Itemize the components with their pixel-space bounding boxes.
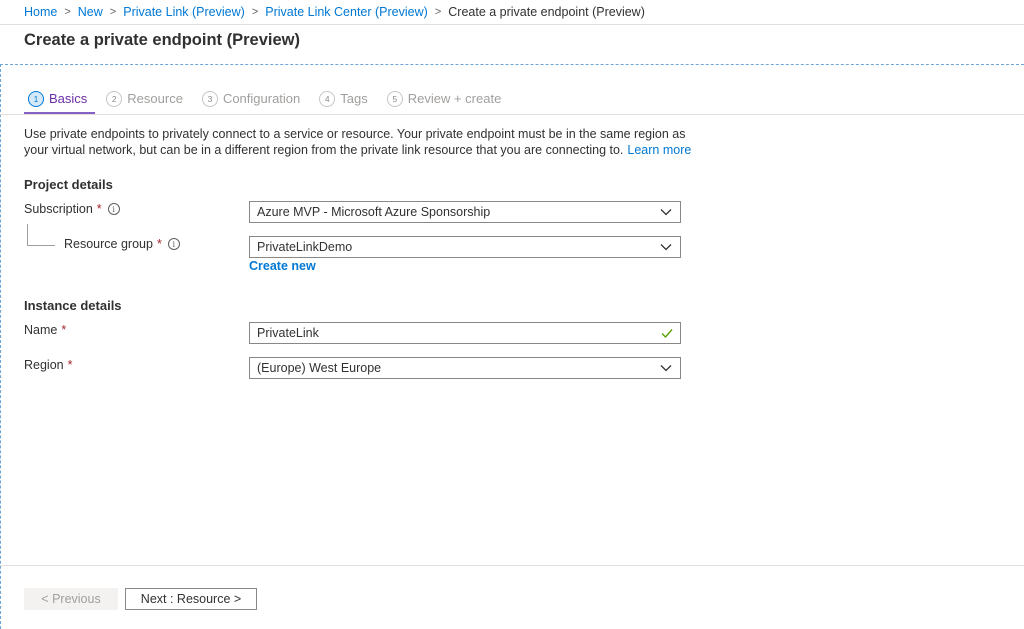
- breadcrumb-separator: >: [251, 6, 259, 18]
- next-resource-button[interactable]: Next : Resource >: [125, 588, 257, 610]
- chevron-down-icon: [660, 209, 672, 216]
- breadcrumb-private-link[interactable]: Private Link (Preview): [123, 5, 245, 19]
- region-value: (Europe) West Europe: [257, 361, 382, 375]
- name-input[interactable]: PrivateLink: [249, 322, 681, 344]
- resource-group-select[interactable]: PrivateLinkDemo: [249, 236, 681, 258]
- wizard-tabs: 1 Basics 2 Resource 3 Configuration 4 Ta…: [24, 88, 516, 114]
- tab-label: Configuration: [222, 91, 301, 106]
- breadcrumb-current: Create a private endpoint (Preview): [448, 5, 645, 19]
- step-number-badge: 2: [106, 91, 123, 107]
- subscription-select[interactable]: Azure MVP - Microsoft Azure Sponsorship: [249, 201, 681, 223]
- resource-group-label: Resource group * i: [64, 237, 180, 251]
- tab-basics[interactable]: 1 Basics: [24, 88, 96, 114]
- breadcrumb: Home > New > Private Link (Preview) > Pr…: [24, 4, 645, 20]
- instance-details-heading: Instance details: [24, 298, 122, 313]
- tab-label: Basics: [49, 91, 88, 106]
- focus-outline-top: [0, 64, 1024, 65]
- subscription-label: Subscription * i: [24, 202, 120, 216]
- tab-label: Resource: [127, 91, 183, 106]
- tab-label: Tags: [340, 91, 368, 106]
- step-number-badge: 4: [319, 91, 336, 107]
- create-new-resource-group-link[interactable]: Create new: [249, 259, 316, 273]
- description: Use private endpoints to privately conne…: [24, 126, 704, 158]
- step-number-badge: 3: [201, 91, 218, 107]
- focus-outline-left: [0, 64, 1, 629]
- name-label-text: Name: [24, 323, 58, 337]
- tree-connector-vertical: [27, 224, 28, 246]
- subscription-value: Azure MVP - Microsoft Azure Sponsorship: [257, 205, 491, 219]
- info-icon[interactable]: i: [107, 203, 120, 215]
- breadcrumb-new[interactable]: New: [78, 5, 103, 19]
- resource-group-label-text: Resource group: [64, 237, 153, 251]
- step-number-badge: 1: [28, 91, 44, 107]
- required-asterisk: *: [61, 323, 67, 337]
- name-value: PrivateLink: [257, 326, 319, 340]
- chevron-down-icon: [660, 244, 672, 251]
- breadcrumb-private-link-center[interactable]: Private Link Center (Preview): [265, 5, 428, 19]
- breadcrumb-home[interactable]: Home: [24, 5, 57, 19]
- tree-connector-horizontal: [27, 245, 55, 246]
- learn-more-link[interactable]: Learn more: [627, 143, 691, 157]
- tab-label: Review + create: [407, 91, 502, 106]
- tab-resource[interactable]: 2 Resource: [102, 88, 183, 114]
- breadcrumb-separator: >: [109, 6, 117, 18]
- required-asterisk: *: [96, 202, 102, 216]
- name-label: Name *: [24, 323, 66, 337]
- region-label: Region *: [24, 358, 73, 372]
- tab-divider: [0, 114, 1024, 115]
- breadcrumb-separator: >: [64, 6, 71, 18]
- subscription-label-text: Subscription: [24, 202, 93, 216]
- previous-button[interactable]: < Previous: [24, 588, 118, 610]
- page-title: Create a private endpoint (Preview): [24, 31, 300, 49]
- tab-tags[interactable]: 4 Tags: [315, 88, 368, 114]
- tab-configuration[interactable]: 3 Configuration: [198, 88, 300, 114]
- step-number-badge: 5: [386, 91, 403, 107]
- description-text: Use private endpoints to privately conne…: [24, 127, 686, 157]
- resource-group-value: PrivateLinkDemo: [257, 240, 353, 254]
- info-icon[interactable]: i: [167, 238, 180, 250]
- tab-review-create[interactable]: 5 Review + create: [383, 88, 502, 114]
- required-asterisk: *: [67, 358, 73, 372]
- footer-divider: [0, 565, 1024, 566]
- project-details-heading: Project details: [24, 177, 113, 192]
- breadcrumb-separator: >: [434, 6, 442, 18]
- checkmark-icon: [661, 329, 673, 339]
- region-label-text: Region: [24, 358, 64, 372]
- region-select[interactable]: (Europe) West Europe: [249, 357, 681, 379]
- chevron-down-icon: [660, 365, 672, 372]
- required-asterisk: *: [156, 237, 162, 251]
- title-bar: Create a private endpoint (Preview): [0, 24, 1024, 65]
